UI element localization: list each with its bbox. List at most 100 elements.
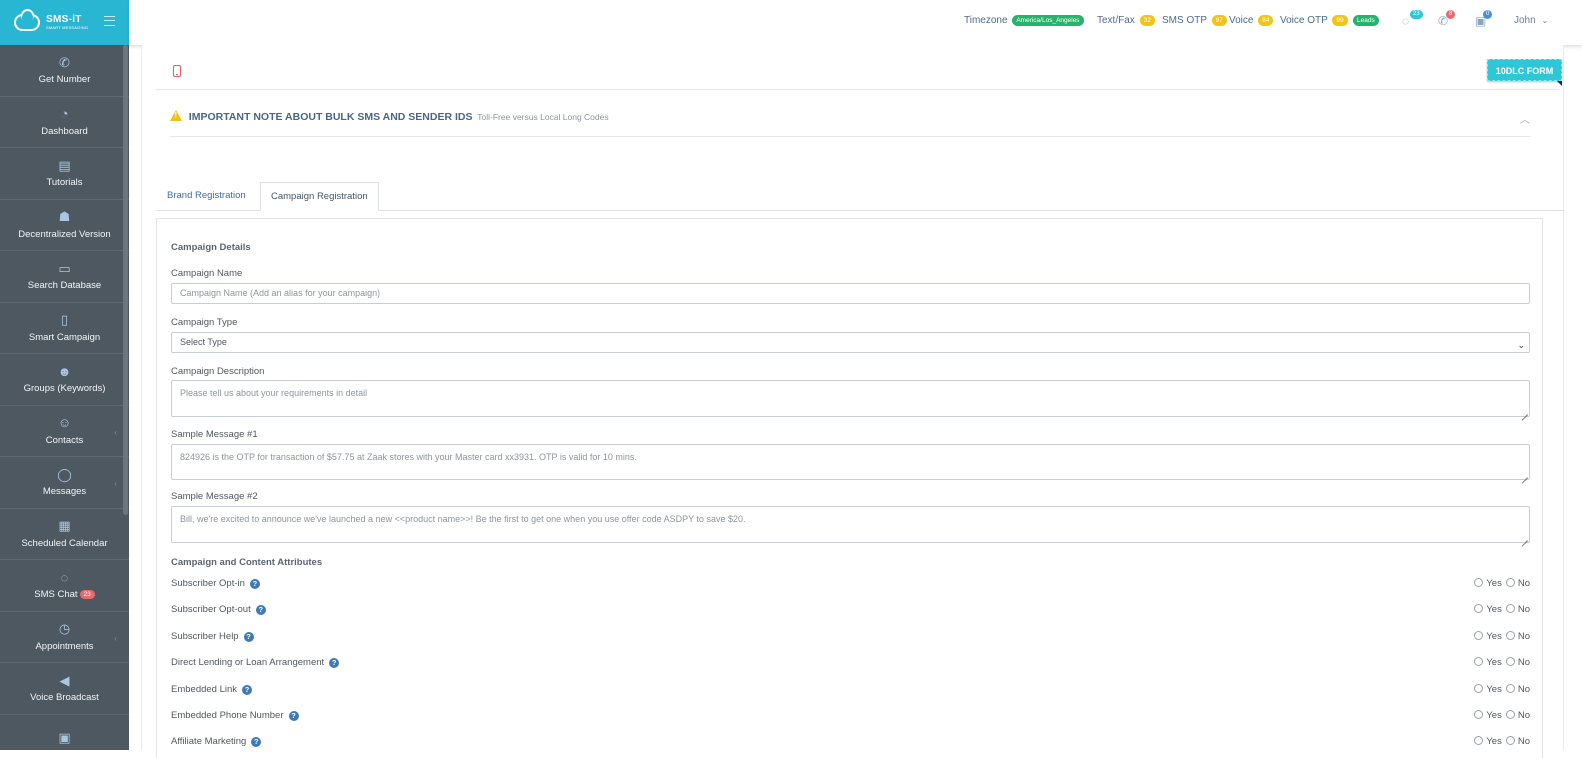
resize-handle-icon[interactable]: [1520, 533, 1528, 541]
tab-brand-registration[interactable]: Brand Registration: [157, 182, 256, 211]
question-help-icon[interactable]: ?: [329, 658, 340, 669]
sidebar-item-fax[interactable]: ▣: [0, 715, 129, 751]
sidebar-item-text: SMS Chat: [34, 589, 78, 601]
question-help-icon[interactable]: ?: [288, 711, 299, 721]
sidebar-item-label: Appointments: [35, 641, 93, 652]
sidebar-item-get-number[interactable]: ✆ Get Number: [0, 45, 129, 97]
sidebar-item-contacts[interactable]: ☺ Contacts ‹: [0, 406, 129, 457]
question-help-icon[interactable]: ?: [243, 631, 254, 642]
sidebar-item-tutorials[interactable]: ▤ Tutorials: [0, 148, 129, 200]
no-radio[interactable]: [1505, 578, 1515, 587]
tab-campaign-registration[interactable]: Campaign Registration: [260, 182, 379, 211]
no-radio[interactable]: [1505, 683, 1515, 693]
yes-label: Yes: [1486, 736, 1502, 748]
campaign-description-textarea[interactable]: Please tell us about your requirements i…: [171, 380, 1530, 417]
no-radio[interactable]: [1505, 630, 1515, 640]
android-icon: ☗: [58, 209, 71, 225]
resize-handle-icon[interactable]: [1520, 470, 1528, 478]
question-help-icon[interactable]: ?: [249, 579, 260, 589]
sidebar-item-messages[interactable]: ◯ Messages ‹: [0, 457, 129, 509]
no-radio[interactable]: [1505, 657, 1515, 667]
voiceotp-credit[interactable]: Voice OTP 99: [1280, 15, 1348, 26]
yes-radio[interactable]: [1474, 683, 1484, 693]
question-help-icon[interactable]: ?: [255, 605, 266, 616]
yes-radio[interactable]: [1474, 736, 1484, 746]
voiceotp-label: Voice OTP: [1280, 15, 1328, 26]
yes-label: Yes: [1486, 604, 1502, 616]
voice-badge: 84: [1258, 15, 1274, 26]
sidebar-item-label: Messages: [43, 486, 86, 497]
attribute-label: Subscriber Help: [171, 630, 239, 642]
yes-radio[interactable]: [1474, 604, 1484, 614]
attribute-row: Embedded Phone Number? Yes No: [171, 710, 1530, 724]
no-label: No: [1517, 630, 1530, 642]
smsotp-label: SMS OTP: [1162, 15, 1207, 26]
sidebar-item-text: Search Database: [27, 280, 102, 292]
hamburger-menu-icon[interactable]: [104, 16, 115, 26]
yes-label: Yes: [1486, 710, 1502, 721]
brand-logo[interactable]: SMS-iT SMART MESSAGING: [46, 15, 88, 30]
shopping-bag-icon[interactable]: ▣ 0: [1475, 10, 1493, 28]
sidebar-item-appointments[interactable]: ◷ Appointments ‹: [0, 612, 129, 663]
smsotp-credit[interactable]: SMS OTP 97: [1162, 15, 1227, 26]
campaign-type-select[interactable]: Select Type ⌄: [171, 332, 1530, 353]
resize-handle-icon[interactable]: [1520, 407, 1528, 415]
textfax-credit[interactable]: Text/Fax 32: [1097, 15, 1155, 26]
chevron-left-icon: ‹: [114, 633, 117, 643]
voice-label: Voice: [1229, 15, 1254, 26]
top-navbar: Timezone America/Los_Angeles Text/Fax 32…: [129, 0, 1582, 45]
phone-calls-icon[interactable]: ✆ 8: [1438, 10, 1456, 28]
question-help-icon[interactable]: ?: [251, 737, 262, 748]
sidebar-item-label: Contacts: [46, 435, 84, 446]
voiceotp-badge: 99: [1332, 15, 1348, 26]
sidebar-item-label: Search Database: [28, 280, 101, 291]
sidebar-item-voice-broadcast[interactable]: ◀ Voice Broadcast: [0, 663, 129, 715]
attribute-label: Direct Lending or Loan Arrangement: [171, 657, 325, 669]
attribute-label: Embedded Link: [171, 683, 238, 695]
no-radio[interactable]: [1505, 736, 1515, 746]
sample-message-2-label: Sample Message #2: [171, 491, 258, 502]
sidebar-item-search-database[interactable]: ▭ Search Database: [0, 251, 129, 303]
sidebar-item-label: Dashboard: [41, 126, 87, 137]
yes-radio[interactable]: [1474, 657, 1484, 667]
calls-count-badge: 8: [1446, 10, 1456, 20]
sidebar-item-scheduled-calendar[interactable]: ▦ Scheduled Calendar: [0, 509, 129, 560]
sidebar-item-sms-chat[interactable]: ◌ SMS Chat 23: [0, 560, 129, 612]
leads-link[interactable]: Leads: [1351, 15, 1379, 26]
sidebar-scrollbar[interactable]: [123, 45, 128, 515]
voice-credit[interactable]: Voice 84: [1229, 15, 1274, 26]
timezone-label: Timezone: [964, 15, 1008, 26]
sidebar-item-groups-keywords[interactable]: ☻ Groups (Keywords): [0, 354, 129, 406]
timezone-indicator[interactable]: Timezone America/Los_Angeles: [964, 15, 1084, 26]
sample-message-1-placeholder: 824926 is the OTP for transaction of $57…: [180, 452, 637, 462]
chat-icon[interactable]: ◌ 23: [1402, 10, 1423, 28]
yes-no-radio-group: Yes No: [1470, 736, 1530, 747]
no-radio[interactable]: [1505, 604, 1515, 614]
attribute-row: Affiliate Marketing? Yes No: [171, 736, 1530, 750]
users-icon: ☻: [57, 363, 72, 379]
campaign-name-input[interactable]: Campaign Name (Add an alias for your cam…: [171, 283, 1530, 304]
chevron-up-icon[interactable]: ︿: [1520, 111, 1530, 126]
important-note-header[interactable]: IMPORTANT NOTE ABOUT BULK SMS AND SENDER…: [170, 110, 609, 123]
yes-label: Yes: [1486, 683, 1502, 695]
question-help-icon[interactable]: ?: [242, 684, 253, 695]
sidebar-item-dashboard[interactable]: ◔ Dashboard: [0, 97, 129, 148]
sidebar-nav: ✆ Get Number ◔ Dashboard ▤ Tutorials ☗ Decentra…: [0, 45, 129, 750]
sidebar-item-smart-campaign[interactable]: ▯ Smart Campaign: [0, 303, 129, 354]
smsotp-badge: 97: [1211, 15, 1227, 26]
sidebar-item-label: Scheduled Calendar: [21, 538, 107, 549]
yes-label: Yes: [1486, 578, 1502, 589]
section-campaign-details: Campaign Details: [171, 242, 251, 253]
sample-message-2-textarea[interactable]: Bill, we're excited to announce we've la…: [171, 506, 1530, 543]
sidebar-item-decentralized-version[interactable]: ☗ Decentralized Version: [0, 200, 129, 251]
no-label: No: [1517, 657, 1530, 669]
no-radio[interactable]: [1505, 710, 1515, 719]
user-menu[interactable]: John ⌄: [1514, 15, 1548, 26]
yes-radio[interactable]: [1474, 710, 1484, 719]
yes-radio[interactable]: [1474, 630, 1484, 640]
sample-message-1-textarea[interactable]: 824926 is the OTP for transaction of $57…: [171, 444, 1530, 480]
yes-radio[interactable]: [1474, 578, 1484, 587]
sidebar-item-text: Contacts: [45, 434, 84, 446]
10dlc-form-button[interactable]: 10DLC FORM: [1487, 59, 1562, 81]
section-content-attributes: Campaign and Content Attributes: [171, 557, 323, 568]
